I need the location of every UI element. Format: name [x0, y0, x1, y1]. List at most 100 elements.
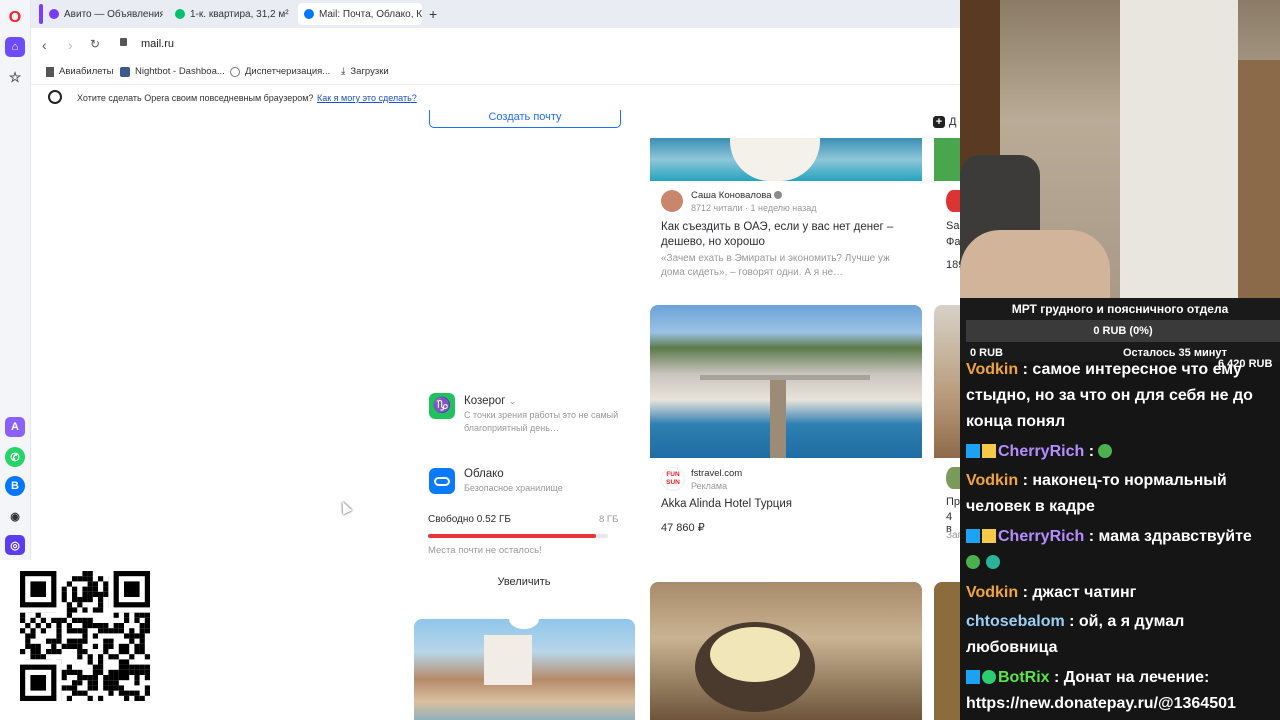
home-icon[interactable]: ⌂: [5, 37, 25, 57]
uae-photo[interactable]: [650, 138, 922, 181]
goal-remaining: Осталось 35 минут: [1123, 347, 1228, 359]
add-icon[interactable]: +: [933, 116, 945, 128]
capricorn-icon: ♑: [429, 393, 455, 419]
chat-message: Vodkin : джаст чатинг: [966, 580, 1271, 606]
cloud-icon: [429, 468, 455, 494]
hotel-photo-left[interactable]: [414, 619, 635, 720]
emote-icon: [986, 555, 1001, 569]
globe-icon: [230, 66, 240, 77]
goal-target: 6 420 RUB: [1218, 358, 1273, 370]
chat-nick: Vodkin: [966, 362, 1019, 378]
bookmark-nightbot[interactable]: Nightbot - Dashboa...: [120, 66, 225, 77]
horoscope-text: С точки зрения работы это не самый благо…: [464, 410, 619, 433]
chat-message: chtosebalom : ой, а я думал любовница: [966, 609, 1271, 661]
cloud-free-label: Свободно 0.52 ГБ: [428, 514, 511, 525]
donation-goal: МРТ грудного и поясничного отдела 0 RUB …: [960, 298, 1280, 370]
side-photo-1[interactable]: [934, 138, 960, 181]
horoscope-sign: Козерог: [464, 395, 506, 407]
back-icon[interactable]: ‹: [42, 37, 47, 53]
bookmark-label: Nightbot - Dashboa...: [135, 66, 225, 77]
mail-page: Создать почту ♑ Козерог ⌄ С точки зрения…: [31, 110, 960, 720]
folder-icon: [46, 66, 54, 77]
whatsapp-icon[interactable]: ✆: [5, 447, 25, 467]
side-photo-2[interactable]: [934, 305, 960, 458]
side-photo-3[interactable]: [934, 582, 960, 720]
chat-nick: BotRix: [998, 669, 1050, 686]
card2-title[interactable]: Akka Alinda Hotel Турция: [661, 498, 792, 510]
add-label[interactable]: Д: [949, 116, 956, 128]
aria-icon[interactable]: A: [5, 417, 25, 437]
avito-favicon-icon: [49, 9, 59, 19]
forward-icon[interactable]: ›: [68, 37, 73, 53]
download-icon: ⤓: [341, 66, 346, 77]
author-name: Саша Коновалова: [691, 190, 772, 201]
card2-ad-label: Реклама: [691, 481, 728, 491]
cloud-total-label: 8 ГБ: [599, 514, 619, 525]
enlarge-button[interactable]: Увеличить: [471, 576, 577, 588]
pinboard-icon[interactable]: ☆: [5, 67, 25, 87]
side1-line3: 189: [946, 259, 960, 271]
tab-avito[interactable]: Авито — Объявления на: [43, 3, 163, 25]
food-photo[interactable]: [650, 582, 922, 720]
chat-message: Vodkin : наконец-то нормальный человек в…: [966, 468, 1271, 520]
tab-mail[interactable]: Mail: Почта, Облако, Кал: [298, 3, 422, 25]
discord-icon[interactable]: ◉: [5, 506, 25, 526]
chat-nick: Vodkin: [966, 472, 1019, 489]
new-tab-label: +: [429, 6, 438, 22]
opera-logo-icon[interactable]: O: [5, 8, 25, 28]
sub-badge-icon: [966, 529, 980, 543]
create-mail-button[interactable]: Создать почту: [429, 110, 621, 128]
emote-icon: [1098, 444, 1113, 458]
goal-title: МРТ грудного и поясничного отдела: [1011, 302, 1229, 316]
bookmarks-bar: Авиабилеты Nightbot - Dashboa... Диспетч…: [31, 61, 960, 83]
mail-favicon-icon: [304, 9, 314, 19]
instagram-icon[interactable]: ◎: [5, 535, 25, 555]
chat-nick: CherryRich: [998, 528, 1085, 545]
vk-icon[interactable]: В: [5, 476, 25, 496]
author-avatar[interactable]: [661, 190, 683, 212]
how-to-link[interactable]: Как я могу это сделать?: [317, 93, 417, 103]
chevron-down-icon: ⌄: [508, 396, 517, 406]
cloud-title[interactable]: Облако: [464, 468, 504, 480]
funsun-logo: FUN SUN: [661, 467, 685, 491]
side-avatar-1: [946, 190, 960, 212]
tab-label: Mail: Почта, Облако, Кал: [319, 8, 422, 20]
side2-line1: Пр: [946, 496, 960, 508]
url-field[interactable]: mail.ru: [141, 38, 174, 50]
qr-code: [20, 571, 150, 701]
chat-text: : джаст чатинг: [1018, 584, 1137, 601]
crown-badge-icon: [982, 444, 996, 458]
nightbot-icon: [120, 66, 130, 77]
sub-badge-icon: [966, 444, 980, 458]
tab-label: Авито — Объявления на: [64, 8, 163, 20]
lock-icon: [120, 38, 127, 46]
side-avatar-2: [946, 467, 960, 489]
chat-text: : мама здравствуйте: [1084, 528, 1252, 545]
sub-badge-icon: [966, 670, 980, 684]
default-browser-bar: Хотите сделать Opera своим повседневным …: [31, 84, 960, 112]
bookmark-dispatch[interactable]: Диспетчеризация...: [230, 66, 330, 77]
tab-apartment[interactable]: 1-к. квартира, 31,2 м², 2/: [169, 3, 289, 25]
horoscope-title[interactable]: Козерог ⌄: [464, 395, 516, 407]
card1-title[interactable]: Как съездить в ОАЭ, если у вас нет денег…: [661, 220, 906, 250]
reload-icon[interactable]: ↻: [90, 37, 100, 51]
goal-raised: 0 RUB: [970, 347, 1004, 359]
verified-badge-icon: [982, 670, 996, 684]
card2-source[interactable]: fstravel.com: [691, 468, 742, 479]
chat-message: CherryRich :: [966, 439, 1271, 465]
opera-icon: [48, 90, 62, 104]
new-tab-button[interactable]: +: [429, 3, 443, 25]
hotel-photo[interactable]: [650, 305, 922, 458]
card1-author[interactable]: Саша Коновалова: [691, 190, 783, 201]
default-browser-prompt: Хотите сделать Opera своим повседневным …: [77, 93, 314, 103]
bookmark-aviabilety[interactable]: Авиабилеты: [46, 66, 113, 77]
tab-bar: Авито — Объявления на 1-к. квартира, 31,…: [31, 0, 960, 28]
emote-icon: [966, 555, 980, 569]
opera-sidebar: O ⌂ ☆ A ✆ В ◉ ◎: [0, 0, 31, 560]
cloud-usage-bar: [428, 534, 608, 538]
bookmark-downloads[interactable]: ⤓ Загрузки: [341, 66, 389, 77]
qr-pattern-icon: [20, 571, 150, 701]
chat-message: Vodkin : самое интересное что ему стыдно…: [966, 362, 1271, 435]
chat-nick: CherryRich: [998, 443, 1085, 460]
no-space-warning: Места почти не осталось!: [428, 545, 542, 556]
